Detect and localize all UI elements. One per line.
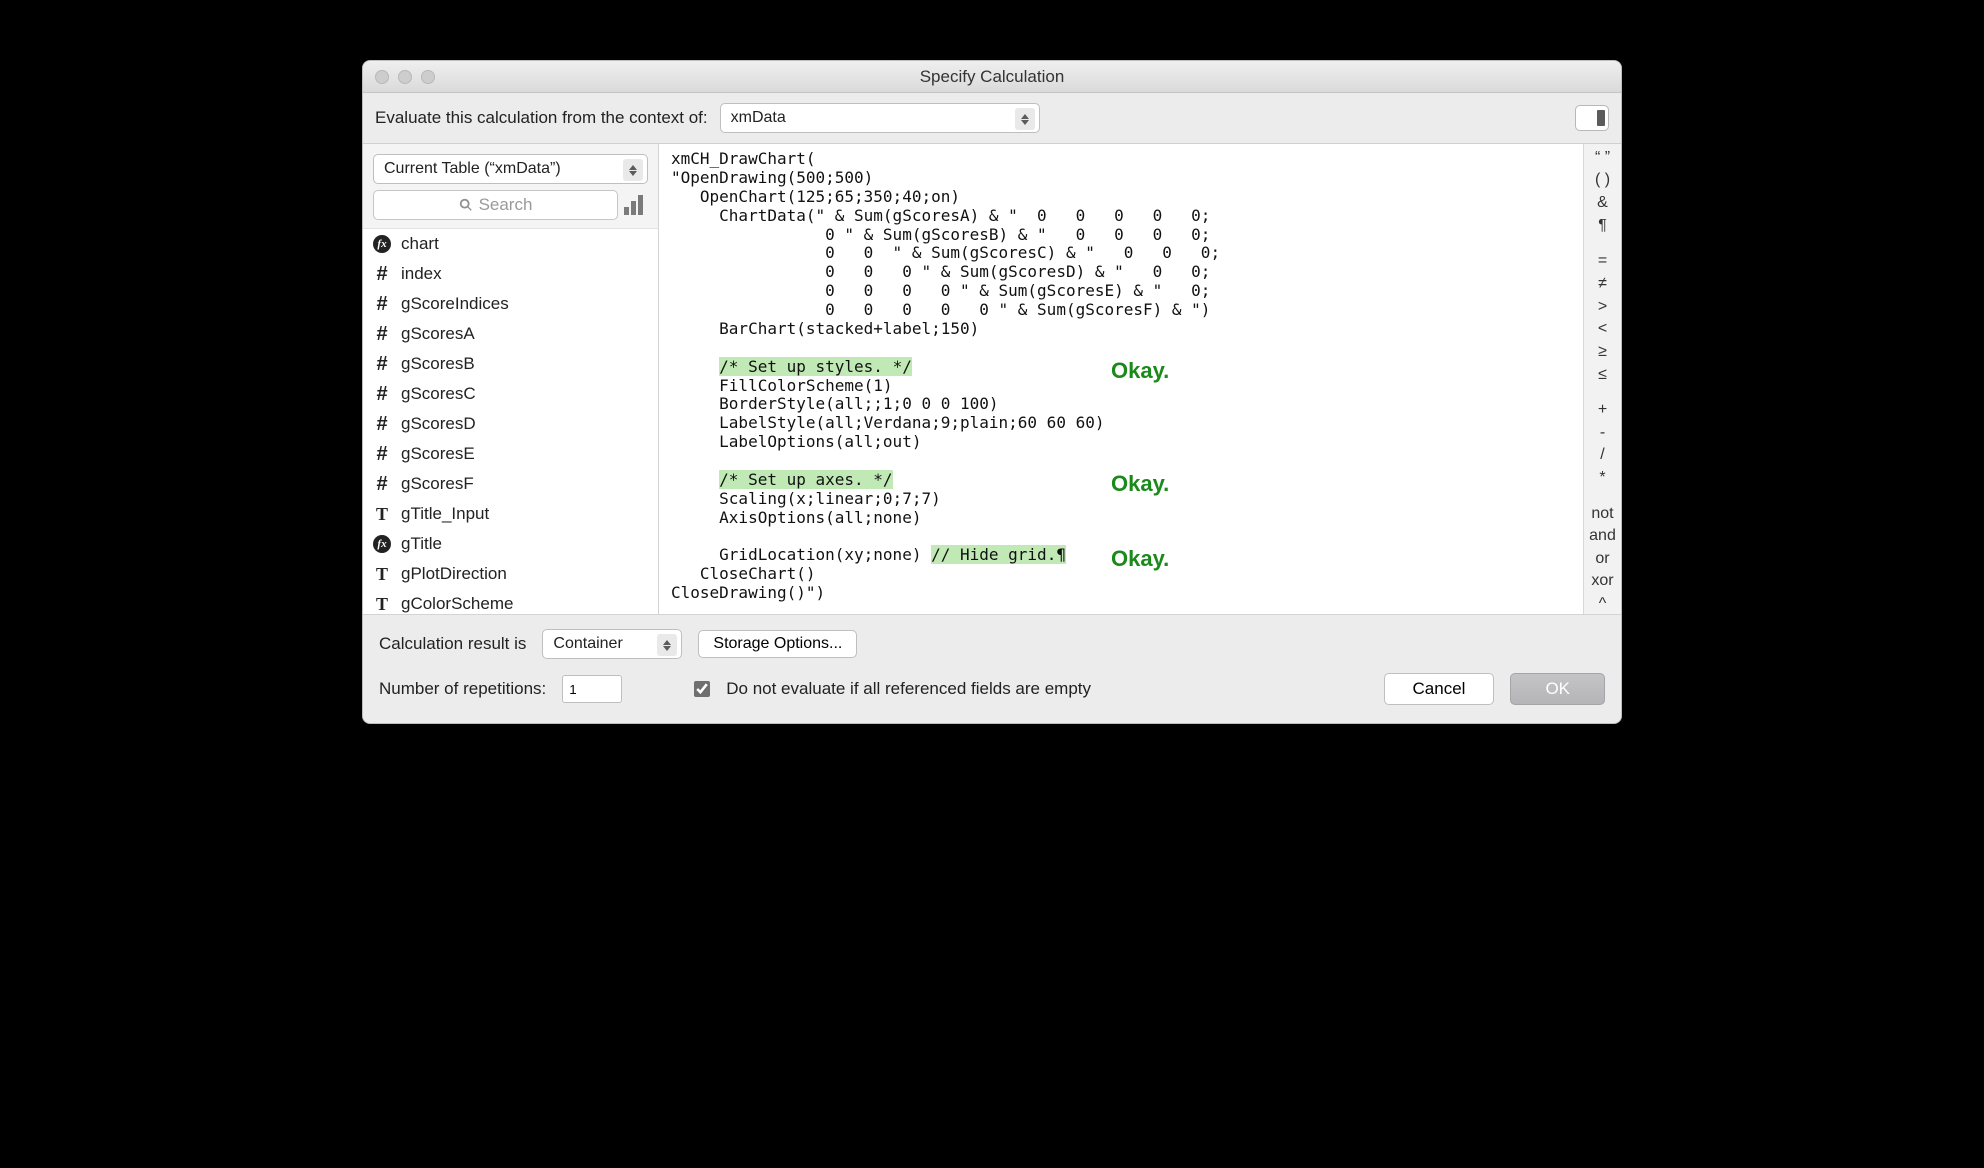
- field-name: gPlotDirection: [401, 564, 507, 584]
- list-item[interactable]: # gScoreIndices: [363, 289, 658, 319]
- fx-icon: fx: [373, 235, 391, 253]
- list-item[interactable]: # gScoresE: [363, 439, 658, 469]
- chevron-updown-icon: [623, 159, 643, 181]
- window-title: Specify Calculation: [363, 67, 1621, 87]
- operator-button[interactable]: ≥: [1584, 342, 1621, 362]
- field-name: gScoresF: [401, 474, 474, 494]
- search-placeholder: Search: [479, 195, 533, 215]
- list-item[interactable]: # gScoresC: [363, 379, 658, 409]
- footer: Calculation result is Container Storage …: [363, 614, 1621, 723]
- operator-button[interactable]: ≤: [1584, 365, 1621, 385]
- operator-button[interactable]: =: [1584, 251, 1621, 271]
- search-input[interactable]: Search: [373, 190, 618, 220]
- text-icon: T: [373, 595, 391, 613]
- do-not-evaluate-checkbox[interactable]: [694, 681, 710, 697]
- number-icon: #: [373, 355, 391, 373]
- number-icon: #: [373, 415, 391, 433]
- list-item[interactable]: fx gTitle: [363, 529, 658, 559]
- text-icon: T: [373, 505, 391, 523]
- field-name: gScoresB: [401, 354, 475, 374]
- search-icon: [459, 198, 473, 212]
- context-label: Evaluate this calculation from the conte…: [375, 108, 708, 128]
- operator-button[interactable]: “ ”: [1584, 148, 1621, 168]
- operator-button[interactable]: /: [1584, 446, 1621, 466]
- storage-options-button[interactable]: Storage Options...: [698, 630, 857, 658]
- context-select[interactable]: xmData: [720, 103, 1040, 133]
- list-item[interactable]: # gScoresB: [363, 349, 658, 379]
- chevron-updown-icon: [657, 634, 677, 656]
- field-name: gScoresA: [401, 324, 475, 344]
- result-type-select[interactable]: Container: [542, 629, 682, 659]
- toolbar: Evaluate this calculation from the conte…: [363, 93, 1621, 144]
- text-icon: T: [373, 565, 391, 583]
- field-name: gTitle: [401, 534, 442, 554]
- number-icon: #: [373, 445, 391, 463]
- operator-button[interactable]: ¶: [1584, 216, 1621, 236]
- operator-button[interactable]: ( ): [1584, 171, 1621, 191]
- list-item[interactable]: TgColorScheme: [363, 589, 658, 614]
- number-icon: #: [373, 385, 391, 403]
- operator-button[interactable]: &: [1584, 193, 1621, 213]
- operator-button[interactable]: +: [1584, 400, 1621, 420]
- dialog-body: Current Table (“xmData”) Search fxchart#…: [363, 144, 1621, 614]
- checkbox-label: Do not evaluate if all referenced fields…: [726, 679, 1091, 699]
- operator-button[interactable]: *: [1584, 468, 1621, 488]
- operator-button[interactable]: <: [1584, 319, 1621, 339]
- field-name: gTitle_Input: [401, 504, 489, 524]
- operator-button[interactable]: xor: [1584, 572, 1621, 592]
- operator-button[interactable]: ≠: [1584, 274, 1621, 294]
- table-select[interactable]: Current Table (“xmData”): [373, 154, 648, 184]
- result-label: Calculation result is: [379, 634, 526, 654]
- reps-input[interactable]: [562, 675, 622, 703]
- operator-button[interactable]: or: [1584, 549, 1621, 569]
- context-value: xmData: [731, 109, 786, 127]
- result-type-value: Container: [553, 635, 622, 653]
- field-name: index: [401, 264, 442, 284]
- field-name: gScoreIndices: [401, 294, 509, 314]
- cancel-button[interactable]: Cancel: [1384, 673, 1495, 705]
- list-item[interactable]: TgPlotDirection: [363, 559, 658, 589]
- operator-panel: “ ” ( )& ¶ = ≠ >< ≥ ≤ + - /* notand or xor^: [1583, 144, 1621, 614]
- field-name: gColorScheme: [401, 594, 513, 614]
- number-icon: #: [373, 475, 391, 493]
- toggle-panel-button[interactable]: [1575, 105, 1609, 131]
- operator-button[interactable]: -: [1584, 423, 1621, 443]
- list-item[interactable]: # gScoresD: [363, 409, 658, 439]
- list-item[interactable]: # gScoresF: [363, 469, 658, 499]
- number-icon: #: [373, 265, 391, 283]
- panel-icon: [1597, 110, 1605, 126]
- number-icon: #: [373, 325, 391, 343]
- list-item[interactable]: TgTitle_Input: [363, 499, 658, 529]
- calculation-editor[interactable]: xmCH_DrawChart("OpenDrawing(500;500) Ope…: [659, 144, 1583, 614]
- operator-button[interactable]: and: [1584, 526, 1621, 546]
- titlebar: Specify Calculation: [363, 61, 1621, 93]
- field-name: gScoresC: [401, 384, 476, 404]
- editor-wrap: xmCH_DrawChart("OpenDrawing(500;500) Ope…: [659, 144, 1621, 614]
- operator-button[interactable]: >: [1584, 297, 1621, 317]
- fx-icon: fx: [373, 535, 391, 553]
- dialog-window: Specify Calculation Evaluate this calcul…: [362, 60, 1622, 724]
- chevron-updown-icon: [1015, 108, 1035, 130]
- list-item[interactable]: fxchart: [363, 229, 658, 259]
- ok-button[interactable]: OK: [1510, 673, 1605, 705]
- operator-button[interactable]: not: [1584, 504, 1621, 524]
- sort-icon[interactable]: [624, 195, 648, 215]
- sidebar: Current Table (“xmData”) Search fxchart#…: [363, 144, 659, 614]
- operator-button[interactable]: ^: [1584, 594, 1621, 614]
- list-item[interactable]: # gScoresA: [363, 319, 658, 349]
- field-name: gScoresD: [401, 414, 476, 434]
- field-name: gScoresE: [401, 444, 475, 464]
- reps-label: Number of repetitions:: [379, 679, 546, 699]
- field-name: chart: [401, 234, 439, 254]
- number-icon: #: [373, 295, 391, 313]
- field-list[interactable]: fxchart#index#gScoreIndices#gScoresA#gSc…: [363, 228, 658, 614]
- table-select-value: Current Table (“xmData”): [384, 160, 561, 178]
- list-item[interactable]: # index: [363, 259, 658, 289]
